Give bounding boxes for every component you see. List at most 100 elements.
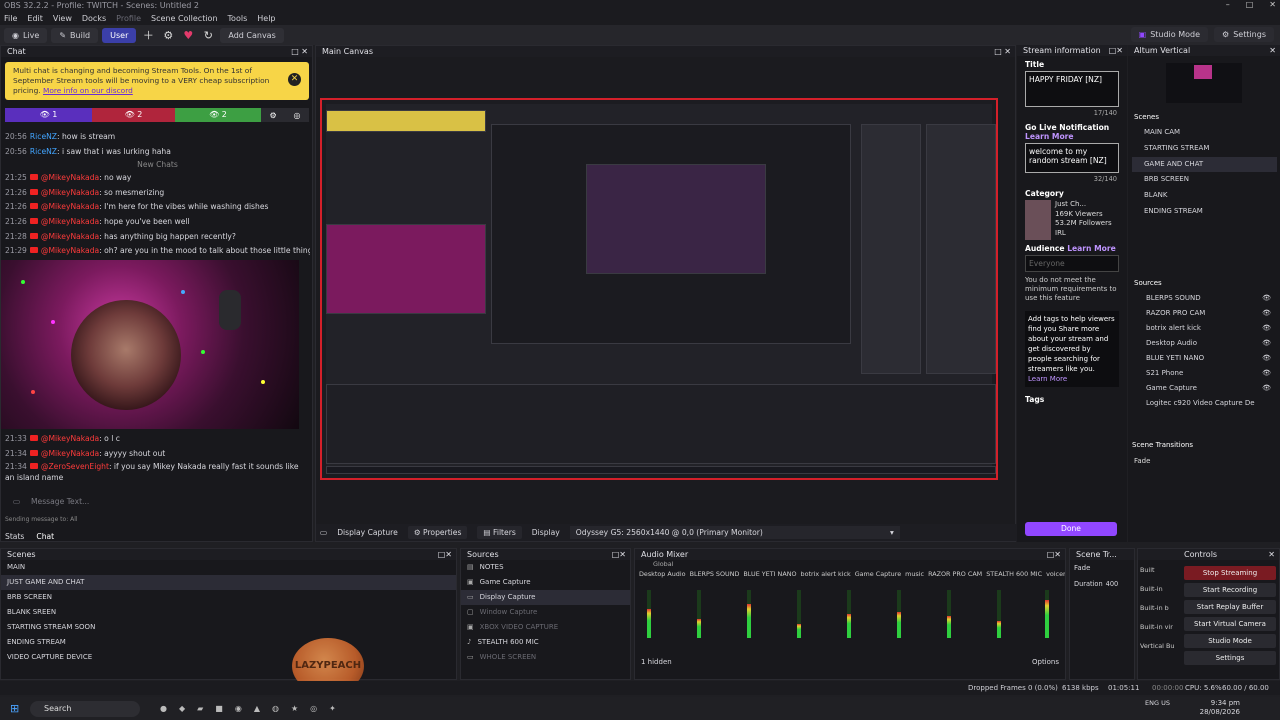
add-canvas-button[interactable]: Add Canvas	[220, 27, 284, 43]
start-virtual-camera-button[interactable]: Start Virtual Camera	[1184, 617, 1276, 631]
dock-controls-icon[interactable]: □ ✕	[291, 46, 308, 57]
dock-controls-icon[interactable]: □✕	[612, 549, 626, 560]
username[interactable]: RiceNZ	[30, 132, 57, 141]
build-button[interactable]: ✎ Build	[51, 27, 99, 43]
scene-item[interactable]: ENDING STREAM	[1, 635, 456, 650]
transition-select[interactable]: Fade	[1070, 560, 1134, 576]
category-card[interactable]: Just Ch... 169K Viewers 53.2M Followers …	[1025, 200, 1119, 240]
altum-source-item[interactable]: botrix alert kick 👁	[1132, 321, 1277, 336]
poll-option-1[interactable]: 👁 1	[5, 108, 92, 122]
gear-icon[interactable]: ⚙	[160, 29, 176, 42]
menu-view[interactable]: View	[53, 12, 72, 25]
username[interactable]: RiceNZ	[30, 147, 57, 156]
poll-option-3[interactable]: 👁 2	[175, 108, 261, 122]
folder-icon[interactable]: ▰	[197, 704, 203, 713]
scene-item[interactable]: BLANK SREEN	[1, 605, 456, 620]
user-button[interactable]: User	[102, 27, 137, 43]
eye-icon[interactable]: 👁	[1262, 291, 1271, 306]
username[interactable]: @MikeyNakada	[41, 188, 99, 197]
dock-controls-icon[interactable]: □✕	[1109, 45, 1123, 56]
poll-option-2[interactable]: 👁 2	[92, 108, 175, 122]
golive-input[interactable]: welcome to my random stream [NZ]	[1025, 143, 1119, 173]
language-indicator[interactable]: ENG US	[1145, 699, 1170, 708]
side-strip-item[interactable]: Built-in vir	[1140, 618, 1180, 637]
altum-scene-item[interactable]: BRB SCREEN	[1132, 172, 1277, 188]
username[interactable]: @MikeyNakada	[41, 217, 99, 226]
taskbar-search[interactable]: Search	[30, 700, 140, 717]
username[interactable]: @MikeyNakada	[41, 232, 99, 241]
duration-input[interactable]: 400	[1106, 580, 1119, 588]
app-icon[interactable]: ★	[291, 704, 298, 713]
username[interactable]: @MikeyNakada	[41, 202, 99, 211]
scene-item[interactable]: JUST GAME AND CHAT	[1, 575, 456, 590]
vertical-preview[interactable]	[1166, 63, 1242, 103]
altum-source-item[interactable]: BLUE YETI NANO 👁	[1132, 351, 1277, 366]
scene-item[interactable]: MAIN	[1, 560, 456, 575]
side-strip-item[interactable]: Built-in	[1140, 580, 1180, 599]
properties-button[interactable]: ⚙ Properties	[407, 526, 468, 539]
learn-more-link[interactable]: Learn More	[1025, 132, 1074, 141]
obs-icon[interactable]: ◎	[310, 704, 317, 713]
audience-learn-more[interactable]: Learn More	[1067, 244, 1116, 253]
app-icon[interactable]: ◉	[235, 704, 242, 713]
app-icon[interactable]: ◆	[179, 704, 185, 713]
source-item[interactable]: ▭ Display Capture	[461, 590, 630, 605]
tags-learn-more[interactable]: Learn More	[1028, 375, 1067, 383]
title-input[interactable]: HAPPY FRIDAY [NZ]	[1025, 71, 1119, 107]
scene-item[interactable]: STARTING STREAM SOON	[1, 620, 456, 635]
live-button[interactable]: ◉ Live	[4, 27, 48, 43]
start-recording-button[interactable]: Start Recording	[1184, 583, 1276, 597]
notice-link[interactable]: More info on our discord	[43, 86, 133, 95]
side-strip-item[interactable]: Built	[1140, 561, 1180, 580]
username[interactable]: @MikeyNakada	[41, 173, 99, 182]
refresh-icon[interactable]: ↻	[200, 29, 216, 42]
heart-icon[interactable]: ♥	[180, 29, 196, 42]
app-icon[interactable]: ●	[160, 704, 167, 713]
add-icon[interactable]: ＋	[140, 27, 156, 43]
filters-button[interactable]: ▤ Filters	[477, 526, 522, 539]
eye-icon[interactable]: 👁	[1262, 351, 1271, 366]
source-item[interactable]: ♪ STEALTH 600 MIC	[461, 635, 630, 650]
maximize-button[interactable]: □	[1246, 0, 1254, 9]
app-icon[interactable]: ▲	[254, 704, 260, 713]
dock-controls-icon[interactable]: □✕	[1047, 549, 1061, 560]
username[interactable]: @MikeyNakada	[41, 449, 99, 458]
tab-stats[interactable]: Stats	[5, 532, 24, 541]
eye-icon[interactable]: 👁	[1262, 321, 1271, 336]
menu-scene-collection[interactable]: Scene Collection	[151, 12, 218, 25]
altum-source-item[interactable]: S21 Phone 👁	[1132, 366, 1277, 381]
hidden-count[interactable]: 1 hidden	[641, 658, 672, 666]
source-item[interactable]: ▤ NOTES	[461, 560, 630, 575]
audience-select[interactable]: Everyone	[1025, 255, 1119, 272]
stop-streaming-button[interactable]: Stop Streaming	[1184, 566, 1276, 580]
dock-controls-icon[interactable]: ✕	[1268, 549, 1275, 560]
menu-file[interactable]: File	[4, 12, 17, 25]
app-icon[interactable]: ■	[215, 704, 223, 713]
menu-profile[interactable]: Profile	[116, 12, 141, 25]
minimize-button[interactable]: –	[1226, 0, 1230, 9]
altum-scene-item[interactable]: MAIN CAM	[1132, 125, 1277, 141]
side-strip-item[interactable]: Vertical Bu	[1140, 637, 1180, 656]
eye-icon[interactable]: 👁	[1262, 336, 1271, 351]
eye-icon[interactable]: 👁	[1262, 306, 1271, 321]
close-button[interactable]: ✕	[1269, 0, 1276, 9]
source-item[interactable]: ▭ WHOLE SCREEN	[461, 650, 630, 665]
eye-icon[interactable]: 👁	[1262, 381, 1271, 396]
filter-icon[interactable]: ◎	[294, 111, 301, 120]
altum-scene-item[interactable]: BLANK	[1132, 188, 1277, 204]
altum-source-item[interactable]: Game Capture 👁	[1132, 381, 1277, 396]
windows-start-icon[interactable]: ⊞	[10, 702, 19, 715]
altum-source-item[interactable]: BLERPS SOUND 👁	[1132, 291, 1277, 306]
source-item[interactable]: ▣ XBOX VIDEO CAPTURE	[461, 620, 630, 635]
menu-edit[interactable]: Edit	[27, 12, 43, 25]
canvas-preview[interactable]	[320, 98, 998, 480]
eye-icon[interactable]: 👁	[1262, 366, 1271, 381]
start-replay-buffer-button[interactable]: Start Replay Buffer	[1184, 600, 1276, 614]
username[interactable]: @ZeroSevenEight	[41, 462, 109, 471]
browser-icon[interactable]: ◍	[272, 704, 279, 713]
dock-controls-icon[interactable]: ✕	[1269, 45, 1276, 56]
chat-message-input[interactable]: ▭ Message Text...	[5, 495, 309, 509]
mixer-options-button[interactable]: Options	[1032, 658, 1059, 666]
source-item[interactable]: ▣ Game Capture	[461, 575, 630, 590]
altum-scene-item[interactable]: GAME AND CHAT	[1132, 156, 1277, 173]
